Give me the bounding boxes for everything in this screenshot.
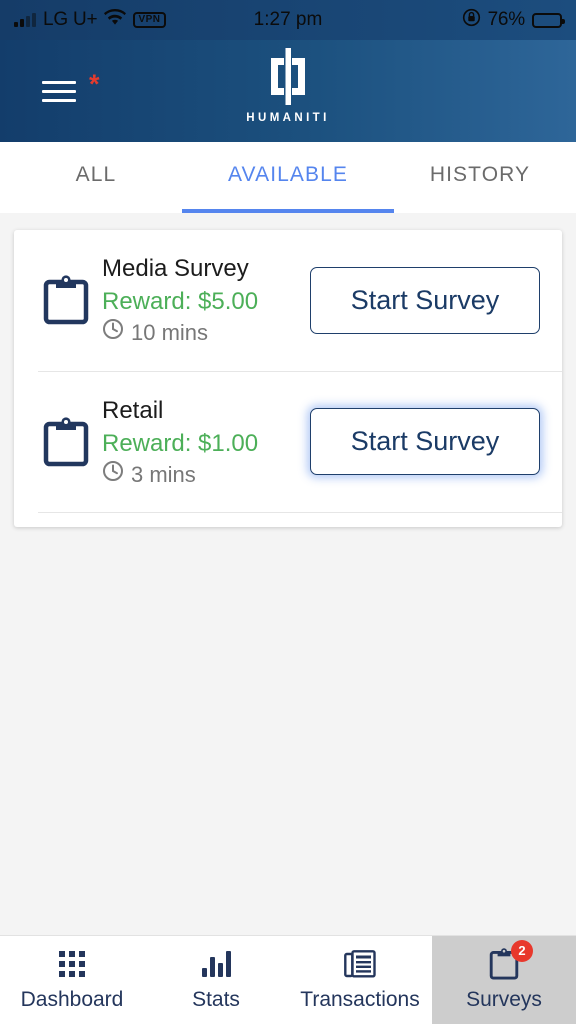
bottom-navigation: Dashboard Stats Transactions 2 Surveys	[0, 935, 576, 1024]
app-root: LG U+ VPN 1:27 pm 76% * HUMANITI ALL AVA…	[0, 0, 576, 1024]
notification-asterisk-icon[interactable]: *	[89, 70, 100, 98]
status-bar-right: 76%	[462, 8, 565, 32]
tab-all[interactable]: ALL	[0, 142, 192, 213]
brand-name-label: HUMANITI	[246, 112, 330, 124]
survey-card: Media Survey Reward: $5.00 10 mins Start…	[14, 230, 562, 528]
survey-title: Media Survey	[102, 255, 249, 282]
surveys-badge-count: 2	[511, 939, 533, 962]
survey-duration: 3 mins	[102, 460, 310, 490]
app-header: * HUMANITI	[0, 40, 576, 142]
survey-filter-tabs: ALL AVAILABLE HISTORY	[0, 142, 576, 213]
wifi-icon	[104, 8, 127, 31]
nav-item-transactions[interactable]: Transactions	[288, 936, 432, 1024]
cellular-signal-icon	[14, 13, 36, 27]
tab-available[interactable]: AVAILABLE	[192, 142, 384, 213]
nav-label-surveys: Surveys	[466, 987, 542, 1011]
survey-duration-label: 3 mins	[131, 461, 196, 487]
status-bar-left: LG U+ VPN	[14, 8, 166, 31]
nav-label-transactions: Transactions	[300, 987, 420, 1011]
hamburger-menu-icon[interactable]	[42, 75, 76, 108]
survey-reward: Reward: $1.00	[102, 429, 259, 457]
survey-duration: 10 mins	[102, 318, 310, 348]
clipboard-icon	[38, 275, 94, 325]
survey-row[interactable]: Media Survey Reward: $5.00 10 mins Start…	[14, 230, 562, 371]
survey-reward: Reward: $5.00	[102, 288, 259, 316]
survey-list-content: Media Survey Reward: $5.00 10 mins Start…	[0, 213, 576, 935]
clipboard-icon: 2	[489, 939, 533, 980]
nav-item-surveys[interactable]: 2 Surveys	[432, 936, 576, 1024]
start-survey-button[interactable]: Start Survey	[310, 408, 540, 476]
clipboard-icon	[38, 417, 94, 467]
rotation-lock-icon	[462, 8, 481, 32]
survey-duration-label: 10 mins	[131, 320, 209, 346]
tab-history[interactable]: HISTORY	[384, 142, 576, 213]
survey-row[interactable]: Retail Reward: $1.00 3 mins Start Survey	[14, 372, 562, 513]
survey-info: Media Survey Reward: $5.00 10 mins	[94, 252, 310, 349]
nav-item-dashboard[interactable]: Dashboard	[0, 936, 144, 1024]
carrier-label: LG U+	[43, 9, 98, 30]
card-footer-spacer	[14, 513, 562, 527]
battery-percent-label: 76%	[487, 9, 526, 30]
survey-info: Retail Reward: $1.00 3 mins	[94, 394, 310, 491]
grid-icon	[59, 949, 85, 979]
vpn-badge: VPN	[133, 12, 166, 28]
humaniti-mark-icon	[265, 48, 311, 110]
battery-icon	[532, 12, 565, 28]
survey-title: Retail	[102, 396, 164, 424]
status-bar: LG U+ VPN 1:27 pm 76%	[0, 0, 576, 40]
clock-icon	[102, 318, 124, 348]
start-survey-button[interactable]: Start Survey	[310, 266, 540, 334]
brand-logo: HUMANITI	[0, 48, 576, 124]
clock-icon	[102, 460, 124, 490]
nav-label-dashboard: Dashboard	[20, 987, 124, 1011]
bar-chart-icon	[201, 949, 231, 979]
newspaper-icon	[344, 949, 376, 979]
nav-item-stats[interactable]: Stats	[144, 936, 288, 1024]
nav-label-stats: Stats	[192, 987, 240, 1011]
